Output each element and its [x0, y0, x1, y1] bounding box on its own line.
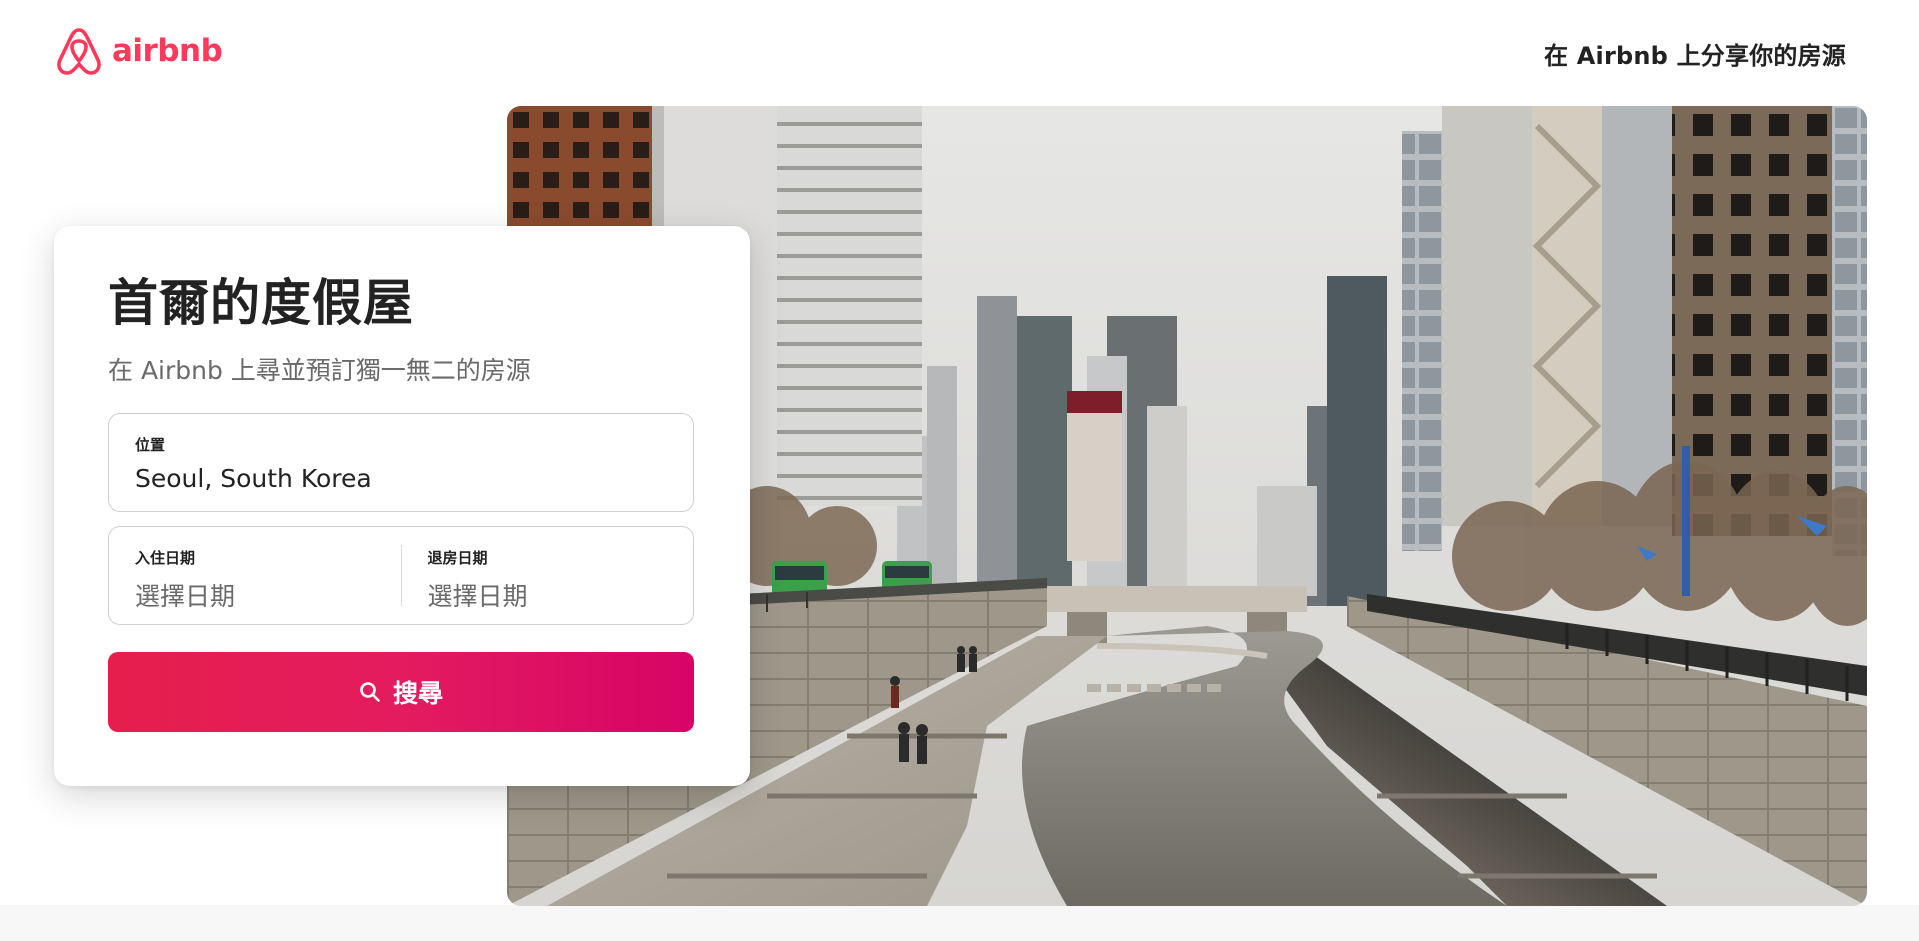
page-bottom-strip [0, 905, 1919, 941]
airbnb-logo[interactable]: airbnb [56, 26, 223, 76]
page-title: 首爾的度假屋 [108, 274, 414, 332]
checkout-label: 退房日期 [427, 549, 488, 567]
checkout-placeholder: 選擇日期 [427, 582, 528, 611]
checkout-field[interactable]: 退房日期 選擇日期 [402, 527, 694, 624]
checkin-field[interactable]: 入住日期 選擇日期 [109, 527, 401, 624]
date-fields: 入住日期 選擇日期 退房日期 選擇日期 [108, 526, 694, 625]
host-your-home-link[interactable]: 在 Airbnb 上分享你的房源 [1544, 36, 1846, 71]
search-icon [360, 682, 380, 702]
search-button-label: 搜尋 [392, 679, 443, 708]
location-field[interactable]: 位置 [108, 413, 694, 512]
search-button[interactable]: 搜尋 [108, 652, 694, 732]
search-card: 首爾的度假屋 在 Airbnb 上尋並預訂獨一無二的房源 位置 入住日期 選擇日… [54, 226, 750, 786]
page-subtitle: 在 Airbnb 上尋並預訂獨一無二的房源 [108, 356, 531, 385]
location-label: 位置 [135, 436, 166, 454]
location-input[interactable] [135, 464, 667, 493]
checkin-label: 入住日期 [135, 549, 196, 567]
checkin-placeholder: 選擇日期 [135, 582, 236, 611]
airbnb-logo-icon [57, 28, 101, 75]
logo-wordmark: airbnb [112, 32, 223, 69]
